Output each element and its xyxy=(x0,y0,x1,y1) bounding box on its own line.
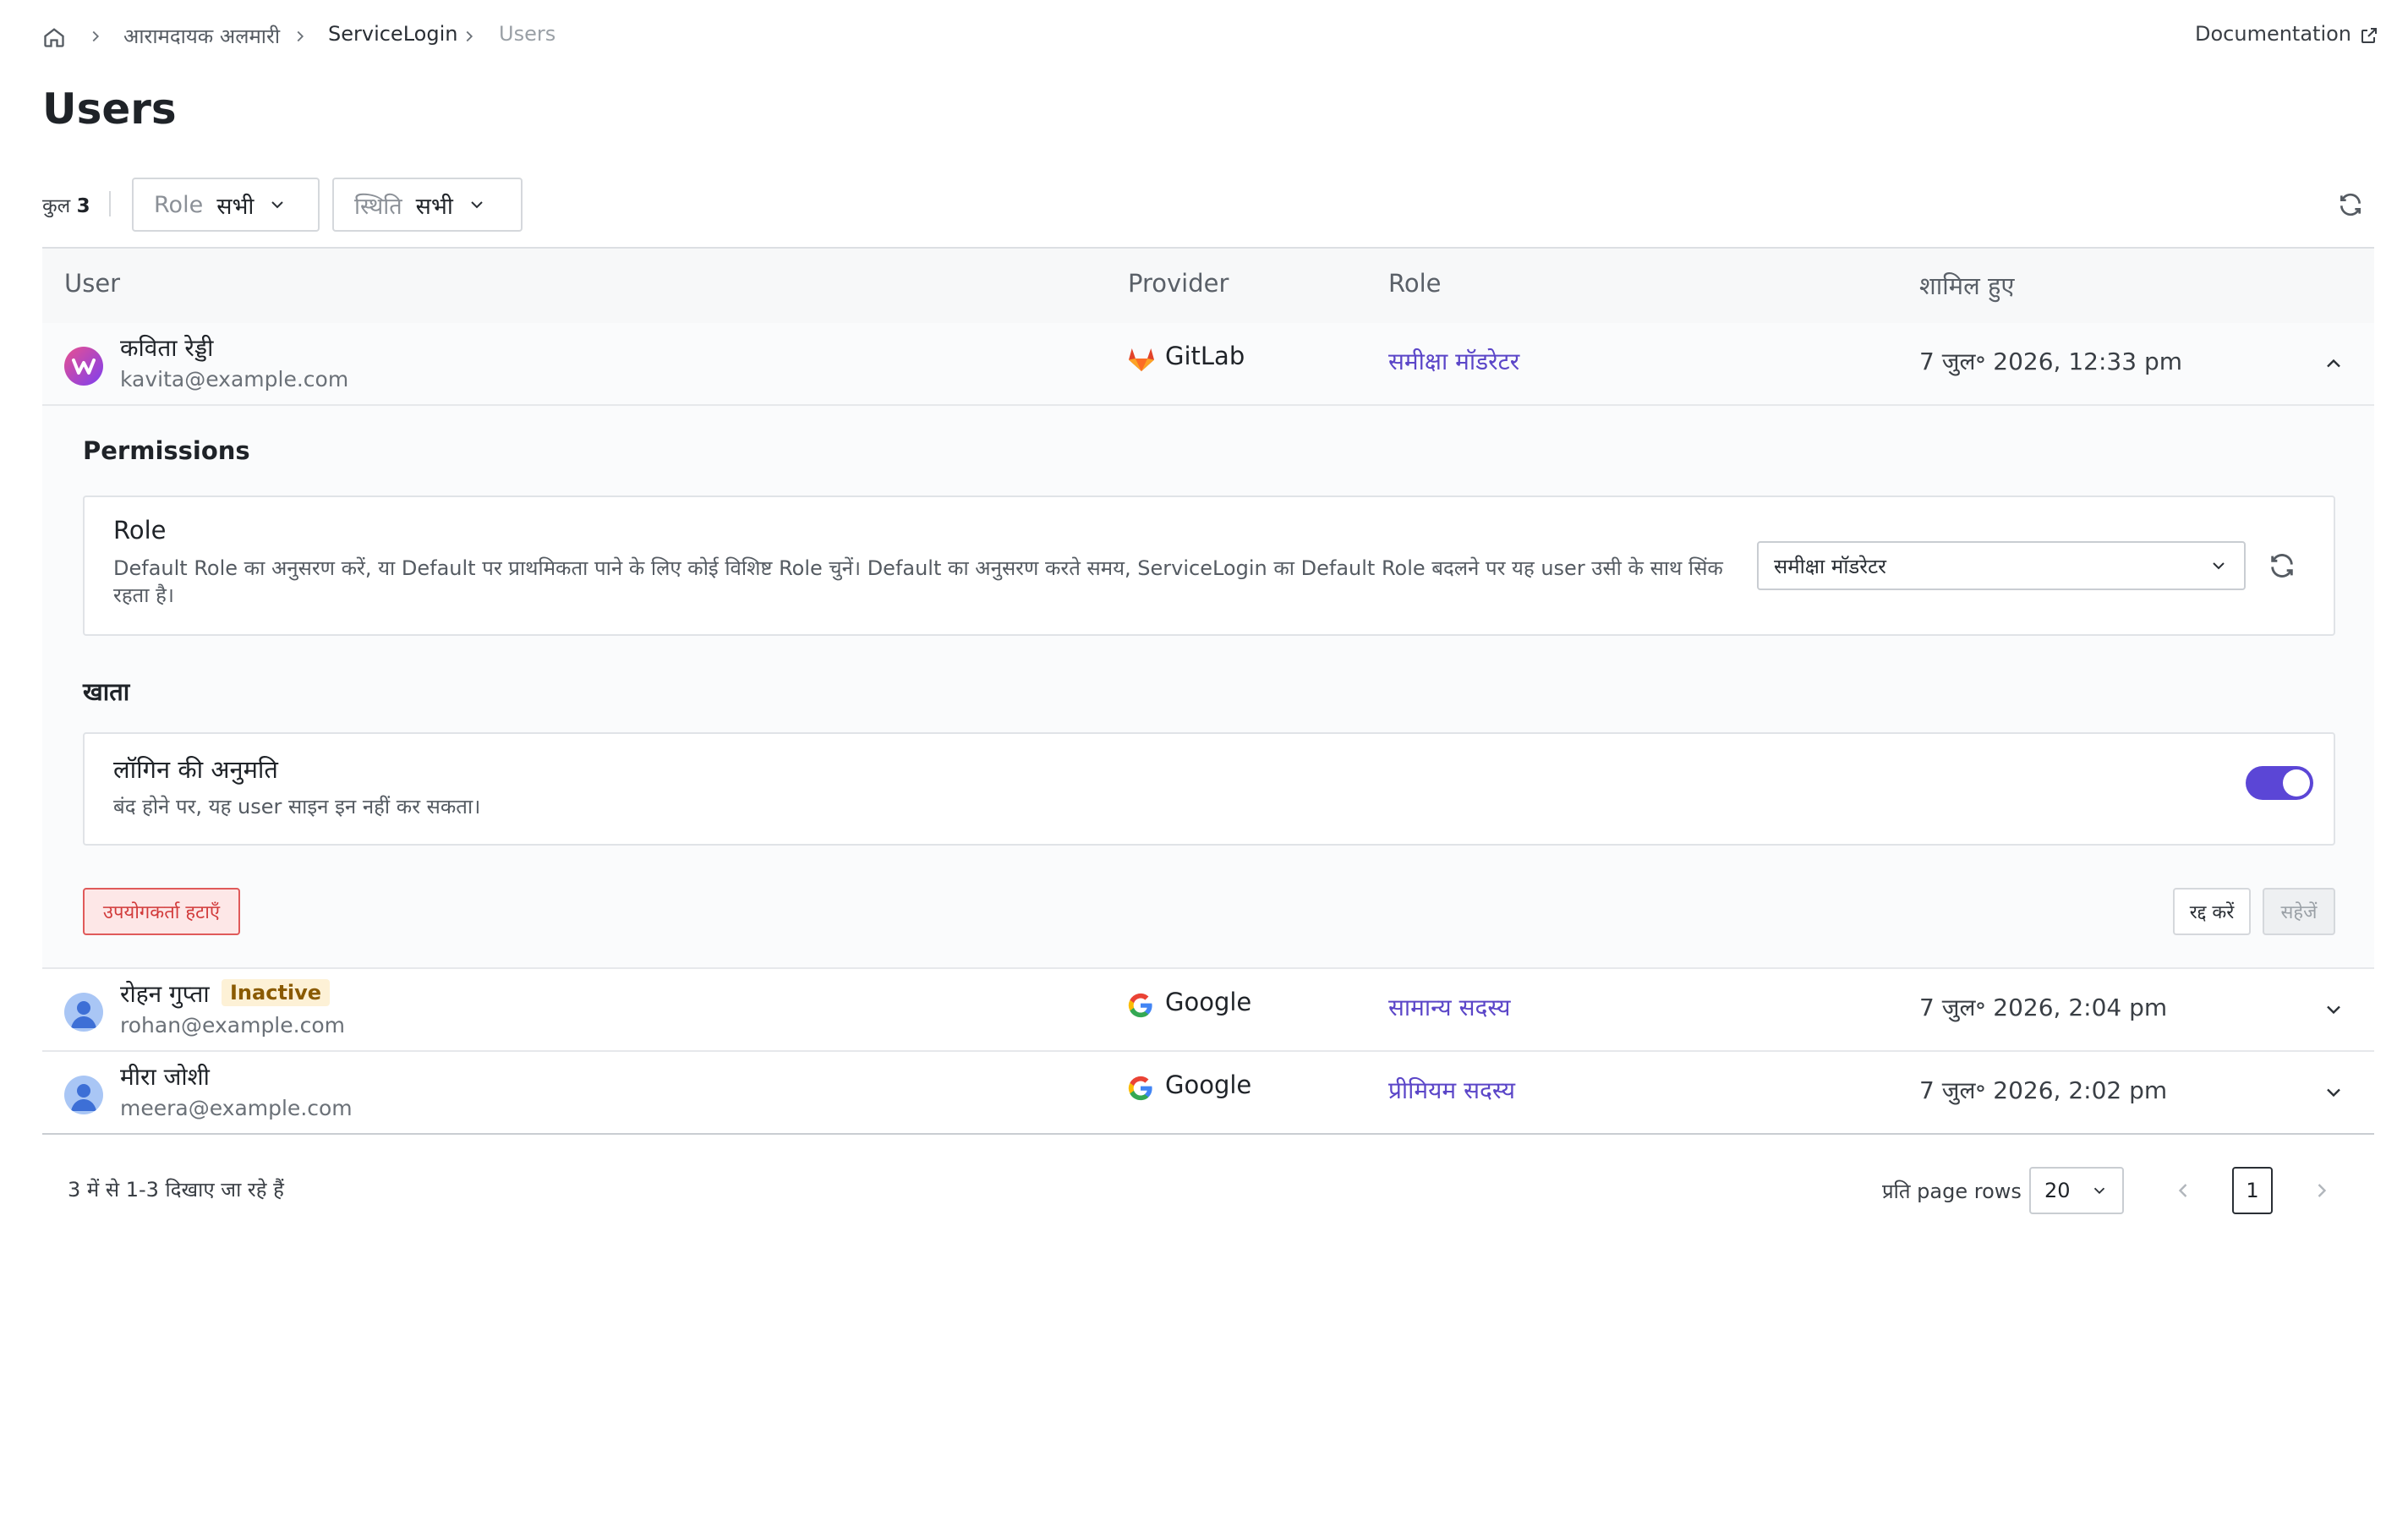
user-name: मीरा जोशी xyxy=(120,1063,210,1091)
avatar xyxy=(64,993,103,1032)
role-link[interactable]: समीक्षा मॉडरेटर xyxy=(1388,345,1519,377)
role-card-title: Role xyxy=(113,516,167,545)
previous-page-icon[interactable] xyxy=(2171,1179,2195,1202)
total-label: कुल xyxy=(42,195,71,217)
user-email: kavita@example.com xyxy=(120,367,349,391)
chevron-down-icon xyxy=(2208,556,2229,576)
role-card-description: Default Role का अनुसरण करें, या Default … xyxy=(113,556,1723,607)
table-header: User Provider Role शामिल हुए xyxy=(42,247,2374,325)
role-link[interactable]: सामान्य सदस्य xyxy=(1388,991,1511,1023)
status-badge: Inactive xyxy=(222,979,331,1006)
breadcrumb-item-current: Users xyxy=(499,22,556,46)
page-button-current[interactable]: 1 xyxy=(2232,1167,2273,1214)
user-details-panel: Permissions Role Default Role का अनुसरण … xyxy=(42,406,2374,969)
provider-name: Google xyxy=(1165,1070,1252,1099)
documentation-link[interactable]: Documentation xyxy=(2195,22,2351,46)
login-permission-card: लॉगिन की अनुमति बंद होने पर, यह user साइ… xyxy=(83,732,2335,846)
avatar xyxy=(64,347,103,386)
remove-user-button[interactable]: उपयोगकर्ता हटाएँ xyxy=(83,888,240,935)
status-filter-dropdown[interactable]: स्थिति सभी xyxy=(332,178,523,232)
divider xyxy=(109,191,111,216)
table-row[interactable]: रोहन गुप्ता Inactive rohan@example.com G… xyxy=(42,969,2374,1052)
cancel-button[interactable]: रद्द करें xyxy=(2173,888,2251,935)
user-name: रोहन गुप्ता xyxy=(120,980,210,1008)
refresh-icon[interactable] xyxy=(2337,191,2364,218)
role-link[interactable]: प्रीमियम सदस्य xyxy=(1388,1074,1515,1106)
breadcrumb-item-workspace[interactable]: आरामदायक अलमारी xyxy=(123,22,280,50)
chevron-down-icon xyxy=(2090,1181,2109,1200)
role-select-value: समीक्षा मॉडरेटर xyxy=(1774,554,1886,578)
login-permission-description: बंद होने पर, यह user साइन इन नहीं कर सकत… xyxy=(113,795,481,818)
role-card: Role Default Role का अनुसरण करें, या Def… xyxy=(83,495,2335,636)
column-header-provider[interactable]: Provider xyxy=(1128,269,1229,298)
reset-role-icon[interactable] xyxy=(2268,551,2296,580)
chevron-down-icon xyxy=(267,194,287,215)
role-filter-label: Role xyxy=(154,191,204,218)
login-permission-toggle[interactable] xyxy=(2246,766,2313,800)
chevron-right-icon xyxy=(86,27,105,46)
rows-per-page-select[interactable]: 20 xyxy=(2029,1167,2124,1214)
page-title: Users xyxy=(42,85,177,134)
status-filter-value: सभी xyxy=(415,193,453,220)
total-value: 3 xyxy=(76,195,90,217)
role-select[interactable]: समीक्षा मॉडरेटर xyxy=(1757,541,2246,590)
avatar xyxy=(64,1076,103,1114)
rows-per-page-value: 20 xyxy=(2044,1179,2071,1202)
permissions-heading: Permissions xyxy=(83,436,250,465)
joined-date: 7 जुल॰ 2026, 2:02 pm xyxy=(1919,1076,2168,1104)
pagination-summary: 3 में से 1-3 दिखाए जा रहे हैं xyxy=(68,1178,284,1202)
column-header-joined[interactable]: शामिल हुए xyxy=(1919,269,2014,302)
role-filter-value: सभी xyxy=(216,193,254,220)
joined-date: 7 जुल॰ 2026, 2:04 pm xyxy=(1919,994,2168,1021)
gitlab-icon xyxy=(1126,343,1157,374)
column-header-user[interactable]: User xyxy=(64,269,120,298)
table-row[interactable]: मीरा जोशी meera@example.com Google प्रीम… xyxy=(42,1052,2374,1135)
total-count: कुल 3 xyxy=(42,191,90,218)
save-button[interactable]: सहेजें xyxy=(2263,888,2335,935)
google-icon xyxy=(1126,991,1155,1020)
provider-name: GitLab xyxy=(1165,342,1245,370)
chevron-down-icon xyxy=(467,194,487,215)
chevron-down-icon[interactable] xyxy=(2322,998,2345,1021)
account-heading: खाता xyxy=(83,677,130,706)
user-email: meera@example.com xyxy=(120,1096,353,1120)
next-page-icon[interactable] xyxy=(2310,1179,2334,1202)
login-permission-title: लॉगिन की अनुमति xyxy=(113,755,278,784)
table-row[interactable]: कविता रेड्डी kavita@example.com GitLab स… xyxy=(42,323,2374,406)
chevron-up-icon[interactable] xyxy=(2322,352,2345,375)
joined-date: 7 जुल॰ 2026, 12:33 pm xyxy=(1919,348,2183,375)
status-filter-label: स्थिति xyxy=(354,193,402,220)
provider-name: Google xyxy=(1165,988,1252,1016)
breadcrumb-item-app[interactable]: ServiceLogin xyxy=(328,22,457,46)
home-icon[interactable] xyxy=(42,25,66,49)
rows-per-page-label: प्रति page rows xyxy=(1882,1180,2022,1203)
google-icon xyxy=(1126,1074,1155,1103)
chevron-right-icon xyxy=(291,27,309,46)
external-link-icon[interactable] xyxy=(2359,25,2379,46)
user-email: rohan@example.com xyxy=(120,1013,345,1037)
chevron-down-icon[interactable] xyxy=(2322,1081,2345,1104)
role-filter-dropdown[interactable]: Role सभी xyxy=(132,178,320,232)
user-name: कविता रेड्डी xyxy=(120,334,214,362)
chevron-right-icon xyxy=(460,27,479,46)
column-header-role[interactable]: Role xyxy=(1388,269,1442,298)
